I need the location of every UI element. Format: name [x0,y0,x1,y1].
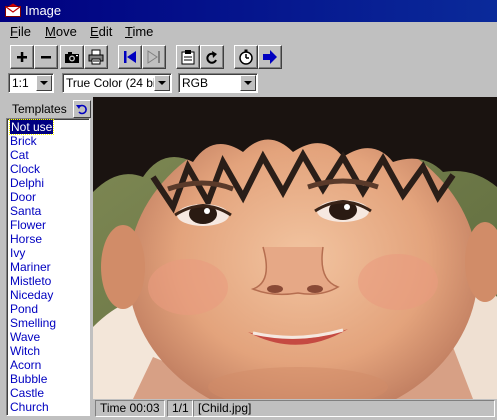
menu-edit[interactable]: Edit [90,24,112,39]
envelope-app-icon [5,3,21,18]
timer-button[interactable] [234,45,258,69]
image-view[interactable] [93,97,497,399]
clipboard-button[interactable] [176,45,200,69]
templates-list[interactable]: Not use Brick Cat Clock Delphi Door Santa Flowe… [6,118,90,416]
template-item[interactable]: Brick [10,134,37,148]
previous-icon [124,51,136,63]
zoom-in-icon [17,52,27,62]
next-button[interactable] [142,45,166,69]
template-item[interactable]: Bubble [10,372,47,386]
zoom-in-button[interactable] [10,45,34,69]
window-title: Image [25,3,62,18]
menu-move[interactable]: Move [45,24,77,39]
template-item[interactable]: Horse [10,232,42,246]
status-page: 1/1 [167,400,193,417]
camera-icon [65,52,79,63]
previous-button[interactable] [118,45,142,69]
template-item[interactable]: Clock [10,162,40,176]
zoom-out-icon [41,56,51,59]
undo-icon [76,104,87,115]
chevron-down-icon[interactable] [240,75,256,91]
redo-button[interactable] [200,45,224,69]
zoom-select[interactable]: 1:1 [8,73,54,93]
camera-button[interactable] [60,45,84,69]
template-item[interactable]: Acorn [10,358,41,372]
toolbar [0,43,497,73]
template-item[interactable]: Wave [10,330,40,344]
template-item[interactable]: Castle [10,386,44,400]
timer-icon [239,49,253,65]
next-icon [147,50,160,64]
redo-icon [206,51,217,64]
template-item[interactable]: Mariner [10,260,51,274]
menu-time[interactable]: Time [125,24,153,39]
template-item[interactable]: Door [10,190,36,204]
chevron-down-icon[interactable] [154,75,170,91]
color-model-value: RGB [182,76,209,90]
title-bar[interactable]: Image [0,0,497,22]
template-item[interactable]: Smelling [10,316,56,330]
color-depth-select[interactable]: True Color (24 bit) [62,73,172,93]
print-button[interactable] [84,45,108,69]
status-bar: Time 00:03 1/1 [Child.jpg] [93,399,497,418]
template-item[interactable]: Church [10,400,49,414]
templates-header: Templates [6,100,91,118]
option-row: 1:1 True Color (24 bit) RGB [0,73,497,95]
forward-arrow-icon [263,50,277,64]
template-item[interactable]: Pond [10,302,38,316]
menu-file[interactable]: File [10,24,31,39]
template-item[interactable]: Ivy [10,246,25,260]
template-item[interactable]: Niceday [10,288,53,302]
zoom-out-button[interactable] [34,45,58,69]
template-item[interactable]: Mistleto [10,274,51,288]
template-item[interactable]: Flower [10,218,46,232]
child-photo [93,97,497,399]
template-item[interactable]: Delphi [10,176,44,190]
template-item[interactable]: Witch [10,344,40,358]
printer-icon [88,49,104,65]
templates-label: Templates [12,102,67,116]
menu-bar: File Move Edit Time [0,22,497,41]
status-file: [Child.jpg] [193,400,495,417]
status-time: Time 00:03 [95,400,165,417]
chevron-down-icon[interactable] [36,75,52,91]
clipboard-icon [181,50,195,65]
template-item[interactable]: Not use [8,119,55,135]
templates-reset-button[interactable] [73,100,91,118]
image-window: Image File Move Edit Time 1:1 True Color… [0,0,497,420]
forward-button[interactable] [258,45,282,69]
template-item[interactable]: Santa [10,204,41,218]
zoom-value: 1:1 [12,76,29,90]
color-model-select[interactable]: RGB [178,73,258,93]
template-item[interactable]: Cat [10,148,29,162]
color-depth-value: True Color (24 bit) [66,76,163,90]
